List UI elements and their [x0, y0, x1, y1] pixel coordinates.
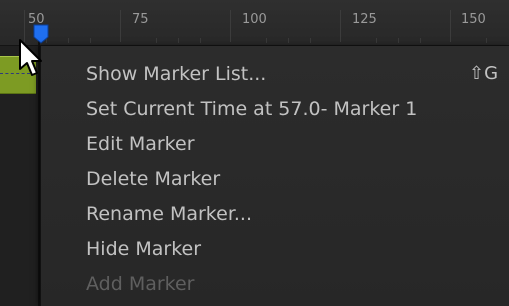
marker-context-menu: Show Marker List... ⇧G Set Current Time … — [40, 46, 509, 306]
ruler-label-150: 150 — [461, 12, 486, 27]
ruler-label-100: 100 — [242, 12, 267, 27]
ruler-major-tick — [230, 10, 231, 42]
menu-item-label: Rename Marker... — [86, 203, 253, 225]
timeline-ruler[interactable]: 50 75 100 125 150 — [0, 0, 509, 46]
menu-item-edit-marker[interactable]: Edit Marker — [86, 129, 486, 159]
menu-item-rename-marker[interactable]: Rename Marker... — [86, 199, 486, 229]
menu-item-label: Edit Marker — [86, 133, 195, 155]
ruler-major-tick — [340, 10, 341, 42]
menu-item-hide-marker[interactable]: Hide Marker — [86, 234, 486, 264]
ruler-minor-tick — [68, 38, 69, 43]
menu-item-set-current-time[interactable]: Set Current Time at 57.0- Marker 1 — [86, 94, 486, 124]
menu-item-delete-marker[interactable]: Delete Marker — [86, 164, 486, 194]
ruler-minor-tick — [200, 38, 201, 43]
ruler-minor-tick — [486, 38, 487, 43]
mouse-pointer-icon — [19, 39, 42, 76]
ruler-major-tick — [120, 10, 121, 42]
ruler-minor-tick — [376, 38, 377, 43]
ruler-minor-tick — [288, 38, 289, 43]
ruler-minor-tick — [310, 38, 311, 43]
ruler-minor-tick — [178, 38, 179, 43]
ruler-major-tick — [450, 10, 451, 42]
ruler-minor-tick — [90, 38, 91, 43]
ruler-minor-tick — [156, 38, 157, 43]
ruler-minor-tick — [398, 38, 399, 43]
ruler-minor-tick — [420, 38, 421, 43]
ruler-label-75: 75 — [132, 12, 149, 27]
menu-item-add-marker: Add Marker — [86, 269, 486, 299]
menu-item-show-marker-list[interactable]: Show Marker List... ⇧G — [86, 59, 498, 89]
shortcut-shift-g: ⇧G — [469, 63, 499, 84]
ruler-minor-tick — [266, 38, 267, 43]
menu-item-label: Set Current Time at 57.0- Marker 1 — [86, 98, 418, 120]
menu-item-label: Hide Marker — [86, 238, 202, 260]
menu-item-label: Add Marker — [86, 273, 195, 295]
ruler-label-125: 125 — [352, 12, 377, 27]
menu-item-label: Show Marker List... — [86, 63, 267, 85]
menu-item-label: Delete Marker — [86, 168, 221, 190]
